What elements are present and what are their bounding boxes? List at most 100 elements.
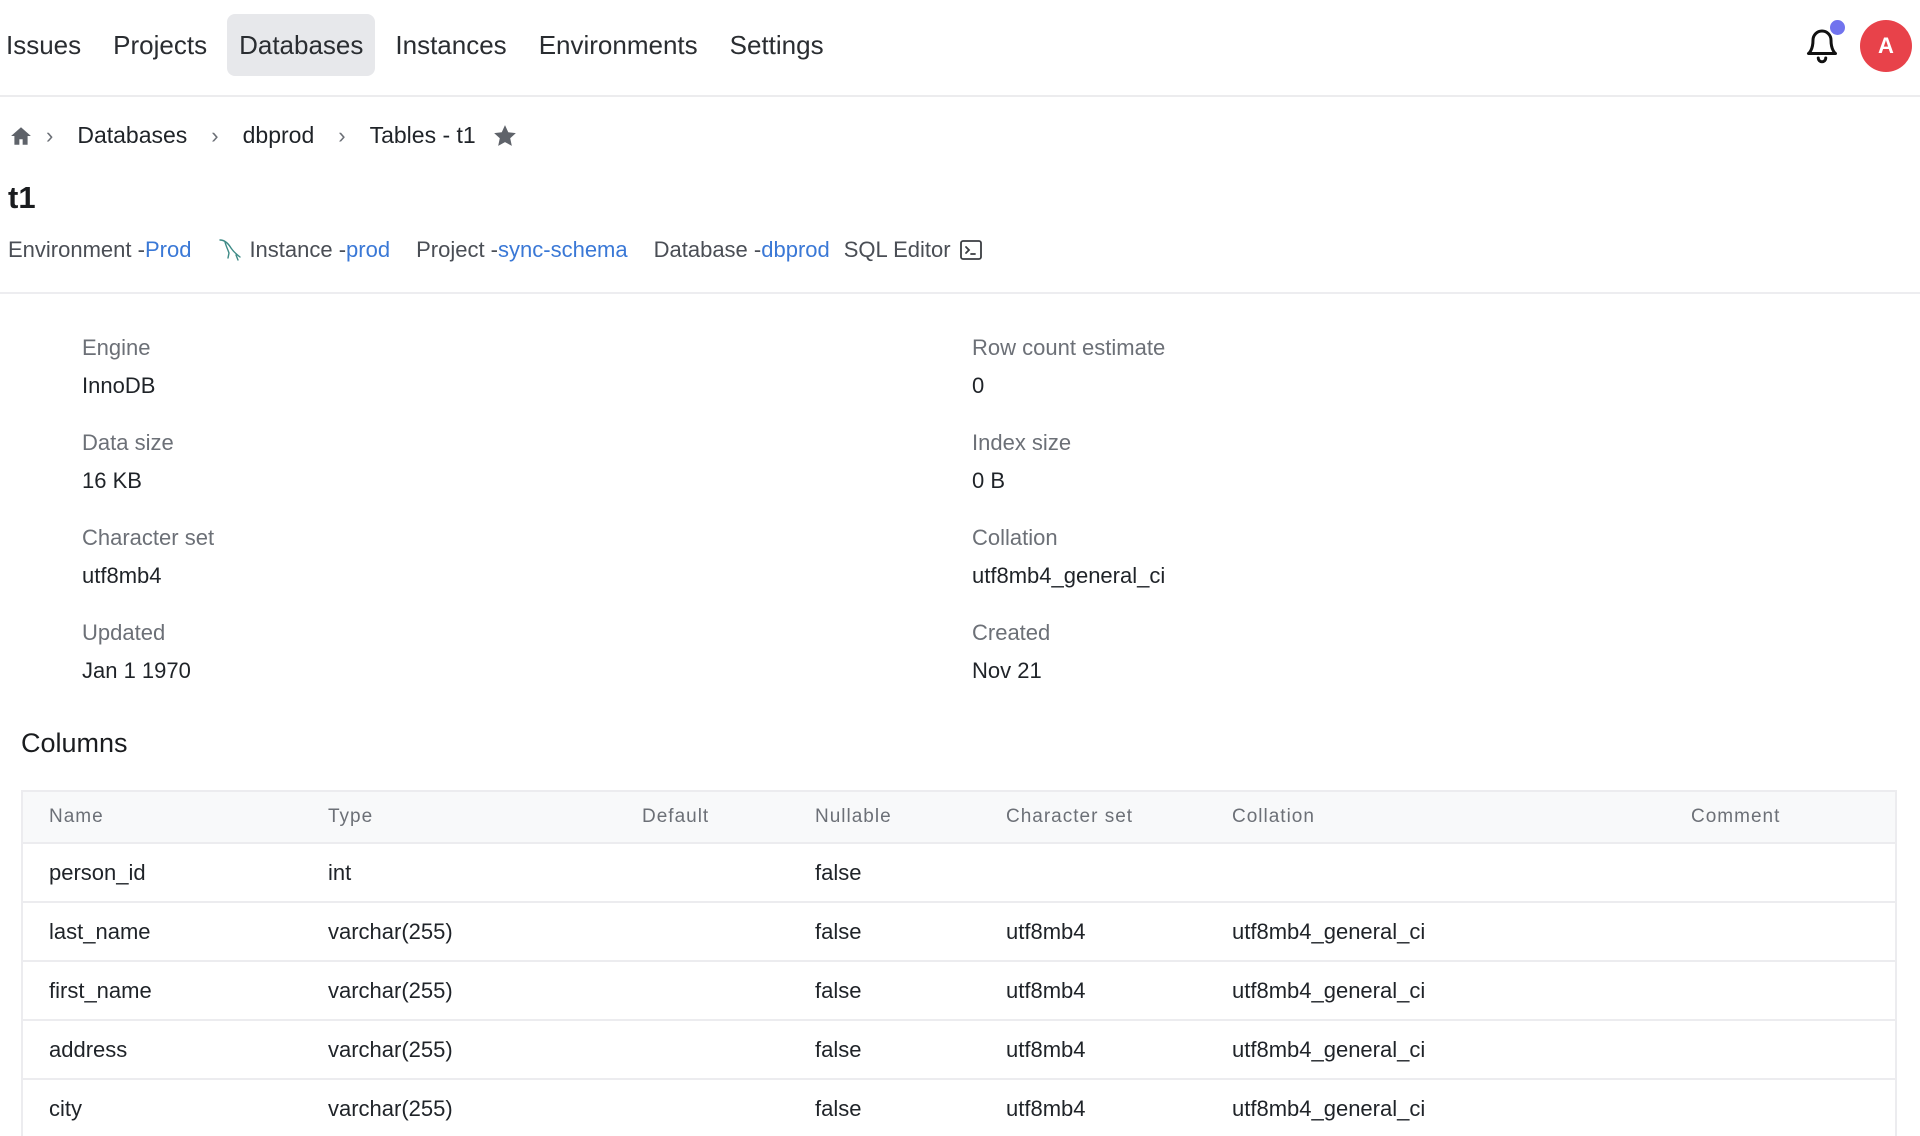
- info-value: utf8mb4_general_ci: [972, 563, 1166, 588]
- column-header-character-set[interactable]: Character set: [1006, 806, 1133, 828]
- page-title: t1: [8, 180, 36, 215]
- chevron-right-icon: ›: [338, 122, 346, 148]
- cell-type: int: [328, 859, 352, 885]
- info-row-count: Row count estimate 0: [972, 334, 1165, 429]
- sql-editor-button[interactable]: SQL Editor: [844, 237, 983, 263]
- columns-heading: Columns: [21, 728, 128, 758]
- info-label: Row count estimate: [972, 335, 1166, 360]
- info-value: Nov 21: [972, 658, 1042, 683]
- cell-collation: utf8mb4_general_ci: [1232, 1036, 1426, 1062]
- table-row[interactable]: last_name varchar(255) false utf8mb4 utf…: [23, 903, 1895, 962]
- cell-name: first_name: [49, 977, 152, 1003]
- info-value: 0 B: [972, 468, 1006, 493]
- environment-meta: Environment - Prod: [8, 237, 191, 263]
- cell-nullable: false: [815, 1095, 862, 1121]
- info-collation: Collation utf8mb4_general_ci: [972, 524, 1165, 619]
- info-value: 16 KB: [82, 468, 142, 493]
- sql-editor-label[interactable]: SQL Editor: [844, 237, 951, 263]
- info-label: Data size: [82, 430, 174, 455]
- breadcrumb-databases[interactable]: Databases: [77, 122, 187, 149]
- chevron-right-icon: ›: [46, 122, 54, 148]
- info-data-size: Data size 16 KB: [82, 429, 214, 524]
- chevron-right-icon: ›: [211, 122, 219, 148]
- cell-collation: utf8mb4_general_ci: [1232, 918, 1426, 944]
- cell-character-set: utf8mb4: [1006, 977, 1086, 1003]
- project-meta: Project - sync-schema: [416, 237, 628, 263]
- cell-type: varchar(255): [328, 918, 453, 944]
- project-link[interactable]: sync-schema: [498, 237, 628, 263]
- database-meta: Database - dbprod: [654, 237, 830, 263]
- columns-table: Name Type Default Nullable Character set…: [21, 790, 1897, 1136]
- breadcrumb: › Databases › dbprod › Tables - t1: [10, 122, 518, 149]
- cell-nullable: false: [815, 859, 862, 885]
- cell-nullable: false: [815, 918, 862, 944]
- info-value: utf8mb4: [82, 563, 162, 588]
- avatar[interactable]: A: [1860, 20, 1912, 72]
- column-header-name[interactable]: Name: [49, 806, 104, 828]
- info-index-size: Index size 0 B: [972, 429, 1165, 524]
- info-updated: Updated Jan 1 1970: [82, 619, 214, 714]
- info-label: Engine: [82, 335, 151, 360]
- section-divider: [0, 292, 1920, 294]
- terminal-icon[interactable]: [959, 239, 983, 261]
- environment-link[interactable]: Prod: [145, 237, 191, 263]
- info-label: Collation: [972, 525, 1058, 550]
- table-row[interactable]: person_id int false: [23, 844, 1895, 903]
- info-value: Jan 1 1970: [82, 658, 191, 683]
- column-header-default[interactable]: Default: [642, 806, 709, 828]
- info-label: Updated: [82, 620, 166, 645]
- database-label: Database -: [653, 237, 762, 262]
- nav-item-instances[interactable]: Instances: [383, 14, 518, 76]
- cell-type: varchar(255): [328, 1095, 453, 1121]
- nav-item-settings[interactable]: Settings: [718, 14, 836, 76]
- mysql-icon: [219, 239, 242, 261]
- column-header-nullable[interactable]: Nullable: [815, 806, 892, 828]
- info-label: Created: [972, 620, 1051, 645]
- cell-name: person_id: [49, 859, 146, 885]
- cell-name: address: [49, 1036, 128, 1062]
- table-meta: Environment - Prod Instance - prod Proje…: [8, 236, 1009, 264]
- table-header-row: Name Type Default Nullable Character set…: [23, 792, 1895, 844]
- top-navigation: Issues Projects Databases Instances Envi…: [0, 0, 1920, 97]
- cell-name: last_name: [49, 918, 151, 944]
- table-info-left: Engine InnoDB Data size 16 KB Character …: [82, 334, 214, 714]
- cell-name: city: [49, 1095, 82, 1121]
- home-icon[interactable]: [10, 125, 32, 147]
- cell-nullable: false: [815, 1036, 862, 1062]
- star-icon[interactable]: [492, 123, 518, 149]
- cell-collation: utf8mb4_general_ci: [1232, 1095, 1426, 1121]
- notification-dot: [1830, 20, 1845, 35]
- info-character-set: Character set utf8mb4: [82, 524, 214, 619]
- nav-item-issues[interactable]: Issues: [0, 14, 93, 76]
- cell-nullable: false: [815, 977, 862, 1003]
- cell-character-set: utf8mb4: [1006, 1095, 1086, 1121]
- column-header-collation[interactable]: Collation: [1232, 806, 1315, 828]
- nav-items: Issues Projects Databases Instances Envi…: [0, 14, 844, 76]
- cell-character-set: utf8mb4: [1006, 1036, 1086, 1062]
- cell-character-set: utf8mb4: [1006, 918, 1086, 944]
- nav-item-environments[interactable]: Environments: [527, 14, 710, 76]
- instance-label: Instance -: [249, 237, 347, 262]
- cell-collation: utf8mb4_general_ci: [1232, 977, 1426, 1003]
- column-header-type[interactable]: Type: [328, 806, 373, 828]
- cell-type: varchar(255): [328, 977, 453, 1003]
- cell-type: varchar(255): [328, 1036, 453, 1062]
- info-value: 0: [972, 373, 985, 398]
- table-info-right: Row count estimate 0 Index size 0 B Coll…: [972, 334, 1165, 714]
- info-label: Character set: [82, 525, 215, 550]
- instance-meta: Instance - prod: [217, 236, 390, 264]
- info-created: Created Nov 21: [972, 619, 1165, 714]
- project-label: Project -: [416, 237, 499, 262]
- nav-item-databases[interactable]: Databases: [227, 14, 376, 76]
- table-row[interactable]: first_name varchar(255) false utf8mb4 ut…: [23, 962, 1895, 1021]
- breadcrumb-current: Tables - t1: [369, 122, 476, 148]
- instance-link[interactable]: prod: [346, 237, 390, 263]
- breadcrumb-database[interactable]: dbprod: [243, 122, 315, 149]
- table-row[interactable]: address varchar(255) false utf8mb4 utf8m…: [23, 1021, 1895, 1080]
- table-row[interactable]: city varchar(255) false utf8mb4 utf8mb4_…: [23, 1080, 1895, 1136]
- environment-label: Environment -: [8, 237, 145, 262]
- nav-item-projects[interactable]: Projects: [101, 14, 219, 76]
- info-value: InnoDB: [82, 373, 156, 398]
- database-link[interactable]: dbprod: [761, 237, 830, 263]
- column-header-comment[interactable]: Comment: [1691, 806, 1780, 828]
